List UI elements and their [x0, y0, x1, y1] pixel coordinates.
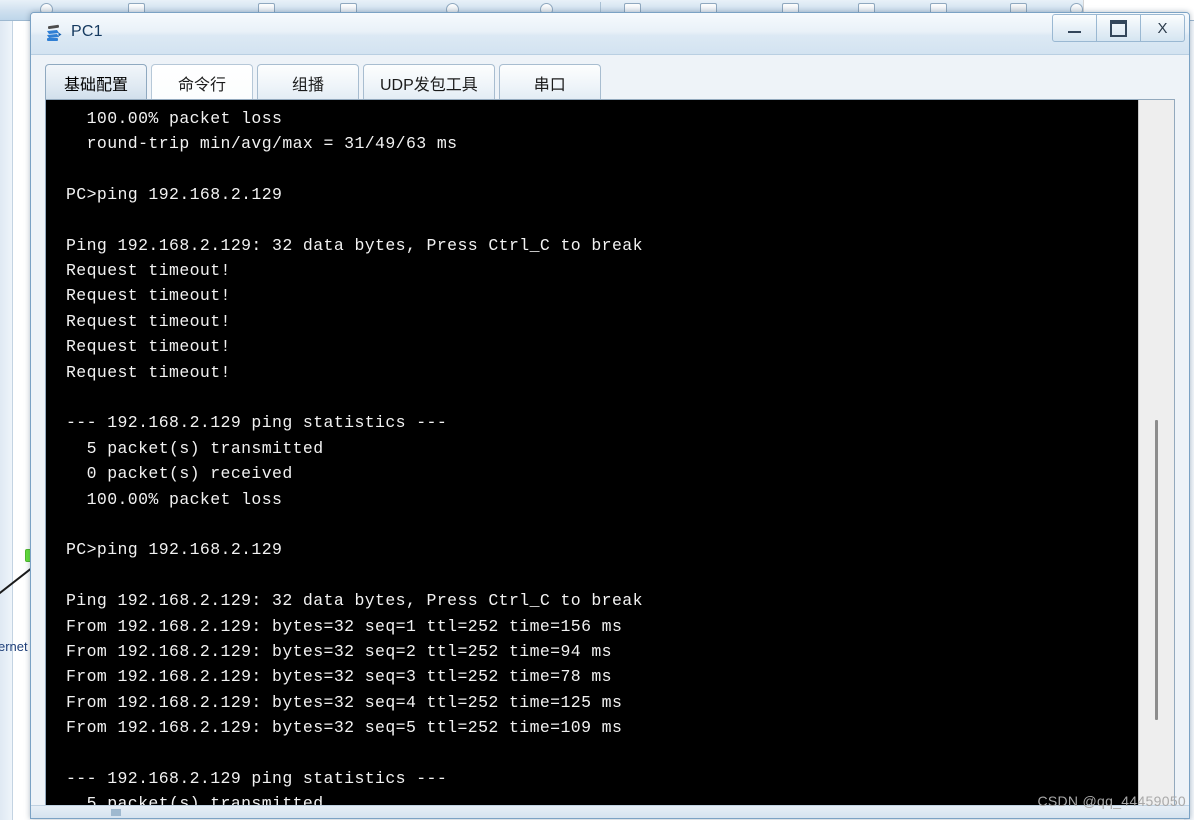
minimize-button[interactable] — [1052, 14, 1097, 42]
window-footer — [31, 805, 1189, 818]
background-left-rail — [0, 20, 13, 820]
watermark: CSDN @qq_44459050 — [1037, 793, 1186, 809]
terminal-output-area[interactable]: 100.00% packet loss round-trip min/avg/m… — [46, 100, 1138, 807]
pc-device-icon — [47, 24, 62, 41]
tab-strip: 基础配置 命令行 组播 UDP发包工具 串口 — [45, 63, 605, 101]
tab-command-line[interactable]: 命令行 — [151, 64, 253, 101]
maximize-icon — [1110, 19, 1127, 37]
maximize-button[interactable] — [1097, 14, 1141, 42]
topology-interface-label: ernet — [0, 639, 28, 654]
window-controls: X — [1052, 14, 1185, 42]
terminal-output-text: 100.00% packet loss round-trip min/avg/m… — [66, 108, 643, 808]
tab-serial-port[interactable]: 串口 — [498, 64, 601, 101]
terminal-frame: 100.00% packet loss round-trip min/avg/m… — [45, 99, 1175, 808]
tab-udp-packet-tool[interactable]: UDP发包工具 — [363, 64, 495, 101]
terminal-scrollbar-thumb[interactable] — [1155, 420, 1158, 720]
window-title: PC1 — [71, 23, 103, 40]
pc1-window: PC1 X 基础配置 命令行 组播 UDP发包工具 串口 100.00% pac… — [30, 12, 1190, 819]
window-titlebar[interactable]: PC1 X — [31, 13, 1189, 55]
window-footer-marker — [111, 809, 121, 816]
tab-multicast[interactable]: 组播 — [257, 64, 359, 101]
close-button[interactable]: X — [1141, 14, 1185, 42]
tab-basic-config[interactable]: 基础配置 — [45, 64, 147, 101]
terminal-scrollbar[interactable] — [1138, 100, 1174, 807]
window-body: 基础配置 命令行 组播 UDP发包工具 串口 100.00% packet lo… — [31, 55, 1189, 818]
close-icon: X — [1157, 19, 1168, 37]
minimize-icon — [1068, 30, 1081, 33]
screen-root: ernet PC1 X 基础配置 命令行 组播 UDP发包工具 串口 100.0… — [0, 0, 1194, 820]
